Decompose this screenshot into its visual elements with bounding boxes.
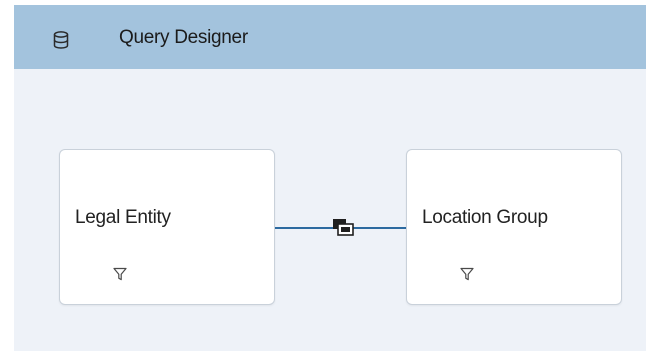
entity-node-label: Legal Entity [75, 207, 171, 228]
panel-header: Query Designer [14, 5, 646, 69]
entity-node-location-group[interactable]: Location Group [406, 149, 622, 305]
page-title: Query Designer [119, 27, 248, 48]
query-canvas: Legal Entity Location Group [14, 69, 646, 351]
entity-node-legal-entity[interactable]: Legal Entity [59, 149, 275, 305]
filter-icon[interactable] [113, 267, 127, 281]
query-designer-panel: Query Designer Legal Entity Location Gro… [14, 5, 646, 351]
filter-icon[interactable] [460, 267, 474, 281]
entity-node-label: Location Group [422, 207, 548, 228]
database-icon [53, 31, 69, 49]
join-icon[interactable] [331, 217, 357, 237]
